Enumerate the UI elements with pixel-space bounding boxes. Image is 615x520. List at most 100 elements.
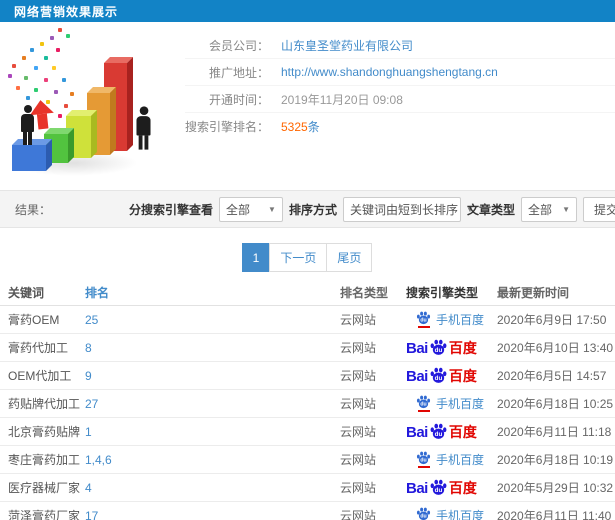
header-rank: 排名 — [85, 286, 110, 300]
svg-text:du: du — [420, 402, 426, 408]
svg-text:du: du — [420, 514, 426, 520]
rank-link[interactable]: 1,4,6 — [77, 453, 332, 467]
rank-link[interactable]: 4 — [77, 481, 332, 495]
result-label: 结果： — [15, 202, 52, 217]
page-1-button[interactable]: 1 — [241, 243, 271, 272]
rank-type-cell: 云网站 — [340, 313, 377, 327]
table-body: 膏药OEM 25 云网站 du 手机百度 B — [0, 306, 615, 520]
engine-cell: du 手机百度 Bai du 百度 — [398, 451, 489, 468]
baidu-paw-icon: du — [416, 507, 431, 520]
keyword-cell: 医疗器械厂家 — [8, 481, 81, 495]
baidu-bai-text: Bai — [406, 480, 428, 497]
updated-cell: 2020年6月11日 11:18 — [497, 425, 612, 439]
baidu-cn-text: 百度 — [448, 368, 477, 384]
confetti-decoration — [0, 22, 4, 26]
rank-link[interactable]: 8 — [77, 341, 332, 355]
sort-select[interactable]: 关键词由短到长排序 ▼ — [342, 196, 474, 222]
baidu-paw-icon: du — [430, 423, 447, 439]
rank-link[interactable]: 1 — [77, 425, 332, 439]
engine-cell: du 手机百度 Bai du 百度 — [398, 339, 489, 356]
baidu-logo: Bai du 百度 — [406, 479, 477, 496]
engine-cell: du 手机百度 Bai du 百度 — [398, 311, 489, 328]
bar-blue — [12, 139, 52, 171]
baidu-bai-text: Bai — [406, 368, 428, 385]
keyword-cell: 膏药OEM — [8, 313, 60, 327]
table-row: 医疗器械厂家 4 云网站 du 手机百度 B — [0, 474, 615, 502]
rank-link[interactable]: 9 — [77, 369, 332, 383]
header-engine-type: 搜索引擎类型 — [406, 286, 479, 300]
engine-cell: du 手机百度 Bai du 百度 — [398, 507, 489, 520]
baidu-cn-text: 百度 — [448, 424, 477, 440]
filter-bar: 结果： 分搜索引擎查看 全部 ▼ 排序方式 关键词由短到长排序 ▼ 文章类型 全… — [0, 190, 615, 228]
open-time-label: 开通时间： — [208, 92, 269, 107]
rank-count-value: 5325条 — [281, 120, 320, 134]
updated-cell: 2020年6月5日 14:57 — [497, 369, 607, 383]
bar-chart-illustration — [0, 22, 185, 190]
promo-url-label: 推广地址： — [208, 65, 269, 80]
rank-link[interactable]: 27 — [77, 397, 332, 411]
header-updated: 最新更新时间 — [497, 286, 570, 300]
mobile-baidu-logo: du 手机百度 — [406, 451, 484, 468]
rank-link[interactable]: 17 — [77, 509, 332, 520]
baidu-cn-text: 百度 — [448, 480, 477, 496]
updated-cell: 2020年6月10日 13:40 — [497, 341, 614, 355]
engine-filter-label: 分搜索引擎查看 — [128, 202, 213, 217]
svg-text:du: du — [420, 318, 426, 324]
updated-cell: 2020年6月18日 10:19 — [497, 453, 614, 467]
keyword-cell: 枣庄膏药加工 — [8, 453, 81, 467]
updated-cell: 2020年5月29日 10:32 — [497, 481, 614, 495]
article-type-select-value: 全部 — [528, 202, 553, 217]
last-page-button[interactable]: 尾页 — [326, 243, 373, 272]
page: 网络营销效果展示 会员公司： 山东皇圣堂药业有限公司 推广地址： http://… — [0, 0, 615, 520]
rank-type-cell: 云网站 — [340, 425, 377, 439]
info-row-company: 会员公司： 山东皇圣堂药业有限公司 — [185, 32, 615, 59]
table-row: 北京膏药贴牌 1 云网站 du 手机百度 B — [0, 418, 615, 446]
info-row-open-time: 开通时间： 2019年11月20日 09:08 — [185, 86, 615, 113]
company-info-list: 会员公司： 山东皇圣堂药业有限公司 推广地址： http://www.shand… — [185, 22, 615, 190]
rank-type-cell: 云网站 — [340, 369, 377, 383]
baidu-bai-text: Bai — [406, 340, 428, 357]
pagination: 1 下一页 尾页 — [0, 243, 615, 272]
keyword-cell: 膏药代加工 — [8, 341, 69, 355]
table-row: 膏药OEM 25 云网站 du 手机百度 B — [0, 306, 615, 334]
submit-button[interactable]: 提交 — [583, 196, 615, 222]
updated-cell: 2020年6月11日 11:40 — [497, 509, 612, 520]
baidu-cn-text: 百度 — [448, 340, 477, 356]
updated-cell: 2020年6月18日 10:25 — [497, 397, 614, 411]
next-page-button[interactable]: 下一页 — [269, 243, 328, 272]
engine-cell: du 手机百度 Bai du 百度 — [398, 479, 489, 496]
engine-cell: du 手机百度 Bai du 百度 — [398, 367, 489, 384]
baidu-paw-icon: du — [430, 367, 447, 383]
page-title: 网络营销效果展示 — [14, 4, 119, 19]
rank-count-label: 搜索引擎排名： — [185, 120, 270, 134]
businessman-figure-left — [21, 105, 34, 145]
article-type-select[interactable]: 全部 ▼ — [521, 196, 577, 222]
updated-cell: 2020年6月9日 17:50 — [497, 313, 607, 327]
baidu-logo: Bai du 百度 — [406, 367, 477, 384]
table-row: 菏泽膏药厂家 17 云网站 du 手机百度 2020年6月11日 11:40 — [0, 502, 615, 520]
engine-select[interactable]: 全部 ▼ — [218, 196, 283, 222]
baidu-red-underline — [417, 466, 430, 468]
baidu-red-underline — [417, 410, 430, 412]
chevron-down-icon: ▼ — [268, 204, 276, 214]
keyword-cell: OEM代加工 — [8, 369, 72, 383]
keyword-cell: 药贴牌代加工 — [8, 397, 81, 411]
chevron-down-icon: ▼ — [562, 204, 570, 214]
svg-text:du: du — [435, 431, 443, 438]
baidu-logo: Bai du 百度 — [406, 339, 477, 356]
open-time-value: 2019年11月20日 09:08 — [281, 92, 403, 107]
info-section: 会员公司： 山东皇圣堂药业有限公司 推广地址： http://www.shand… — [0, 22, 615, 190]
info-row-url: 推广地址： http://www.shandonghuangshengtang.… — [185, 59, 615, 86]
sort-filter-label: 排序方式 — [288, 202, 337, 217]
keyword-cell: 菏泽膏药厂家 — [8, 509, 81, 520]
mobile-baidu-label: 手机百度 — [436, 397, 485, 411]
sort-select-value: 关键词由短到长排序 — [349, 202, 458, 217]
engine-cell: du 手机百度 Bai du 百度 — [398, 423, 489, 440]
rank-link[interactable]: 25 — [77, 313, 332, 327]
company-name-link[interactable]: 山东皇圣堂药业有限公司 — [281, 37, 413, 54]
promo-url-link[interactable]: http://www.shandonghuangshengtang.cn — [281, 65, 498, 79]
svg-text:du: du — [435, 487, 443, 494]
rank-type-cell: 云网站 — [340, 509, 377, 520]
keyword-cell: 北京膏药贴牌 — [8, 425, 81, 439]
table-row: 药贴牌代加工 27 云网站 du 手机百度 2020年6月18日 10:25 — [0, 390, 615, 418]
